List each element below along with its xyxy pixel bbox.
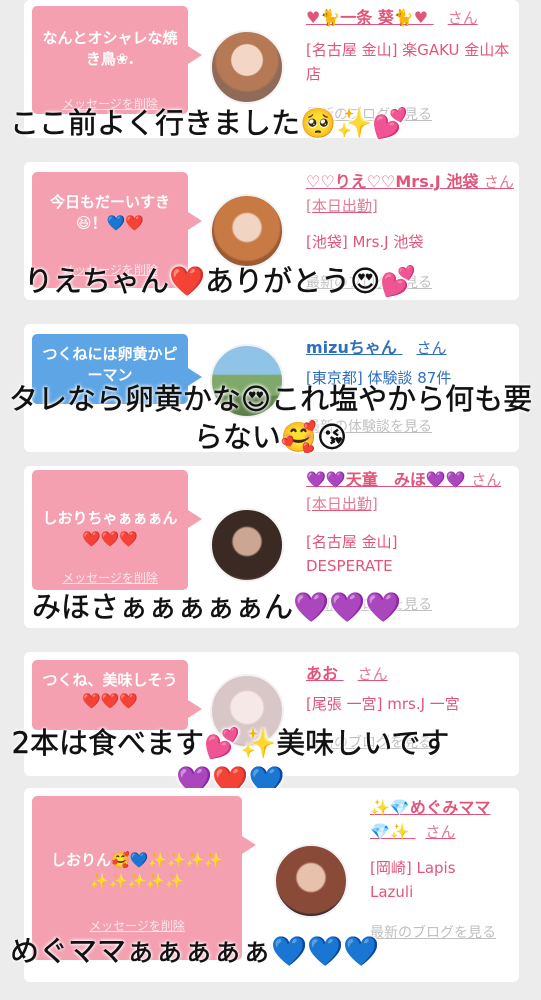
avatar[interactable] bbox=[210, 194, 284, 268]
message-text: なんとオシャレな焼き鳥❀. bbox=[42, 29, 178, 68]
shop-link[interactable]: [名古屋 金山] DESPERATE bbox=[306, 530, 486, 578]
message-bubble: つくね、美味しそう❤️❤️❤️ bbox=[32, 660, 202, 730]
cast-name-link[interactable]: mizuちゃん さん bbox=[306, 336, 516, 360]
avatar[interactable] bbox=[210, 508, 284, 582]
shop-link[interactable]: [名古屋 金山] 楽GAKU 金山本店 bbox=[306, 38, 511, 86]
cast-name-link[interactable]: あお さん bbox=[306, 662, 516, 686]
cast-name-link[interactable]: ♥🐈一条 葵🐈♥ さん bbox=[306, 6, 516, 30]
caption-overlay: めぐママぁぁぁぁぁ💙💙💙 bbox=[10, 934, 380, 969]
cast-suffix: さん bbox=[416, 339, 447, 357]
cast-name-link[interactable]: ✨💎めぐみママ💎✨ さん bbox=[370, 796, 510, 844]
shop-link[interactable]: [岡崎] Lapis Lazuli bbox=[370, 856, 490, 904]
caption-overlay: ここ前よく行きました🥺✨💕 bbox=[10, 106, 409, 141]
message-text: しおりん🥰💙✨✨✨✨✨✨✨✨✨ bbox=[50, 851, 224, 890]
latest-blog-link[interactable]: 最新のブログを見る bbox=[370, 922, 500, 944]
cast-name-link[interactable]: ♡♡りえ♡♡Mrs.J 池袋 さん[本日出勤] bbox=[306, 170, 516, 218]
caption-overlay: みほさぁぁぁぁぁん💜💜💜 bbox=[32, 590, 402, 625]
caption-overlay: りえちゃん❤️ありがとう😍💕 bbox=[24, 264, 417, 299]
cast-name[interactable]: あお bbox=[306, 664, 338, 683]
message-text: しおりちゃぁぁぁん❤️❤️❤️ bbox=[42, 509, 178, 548]
cast-name[interactable]: 💜💜天童 みほ💜💜 bbox=[306, 470, 466, 489]
message-text: つくね、美味しそう❤️❤️❤️ bbox=[42, 671, 178, 710]
cast-name[interactable]: mizuちゃん bbox=[306, 338, 397, 357]
avatar[interactable] bbox=[210, 30, 284, 104]
cast-name-link[interactable]: 💜💜天童 みほ💜💜 さん[本日出勤] bbox=[306, 468, 516, 516]
cast-suffix: さん bbox=[357, 665, 388, 683]
cast-name[interactable]: ♥🐈一条 葵🐈♥ bbox=[306, 8, 428, 27]
message-bubble: しおりちゃぁぁぁん❤️❤️❤️ メッセージを削除 bbox=[32, 470, 202, 590]
shop-link[interactable]: [尾張 一宮] mrs.J 一宮 bbox=[306, 692, 511, 716]
avatar[interactable] bbox=[274, 844, 348, 918]
shop-link[interactable]: [池袋] Mrs.J 池袋 bbox=[306, 230, 511, 254]
caption-overlay: タレなら卵黄かな😍これ塩やから何も要らない🥰😘 bbox=[8, 382, 533, 455]
cast-name[interactable]: ♡♡りえ♡♡Mrs.J 池袋 bbox=[306, 172, 478, 191]
message-bubble: なんとオシャレな焼き鳥❀. メッセージを削除 bbox=[32, 6, 202, 114]
cast-suffix: さん bbox=[425, 823, 456, 841]
cast-suffix: さん bbox=[447, 9, 478, 27]
delete-message-link[interactable]: メッセージを削除 bbox=[32, 568, 188, 589]
message-text: 今日もだーいすき😆！💙❤️ bbox=[49, 193, 170, 232]
